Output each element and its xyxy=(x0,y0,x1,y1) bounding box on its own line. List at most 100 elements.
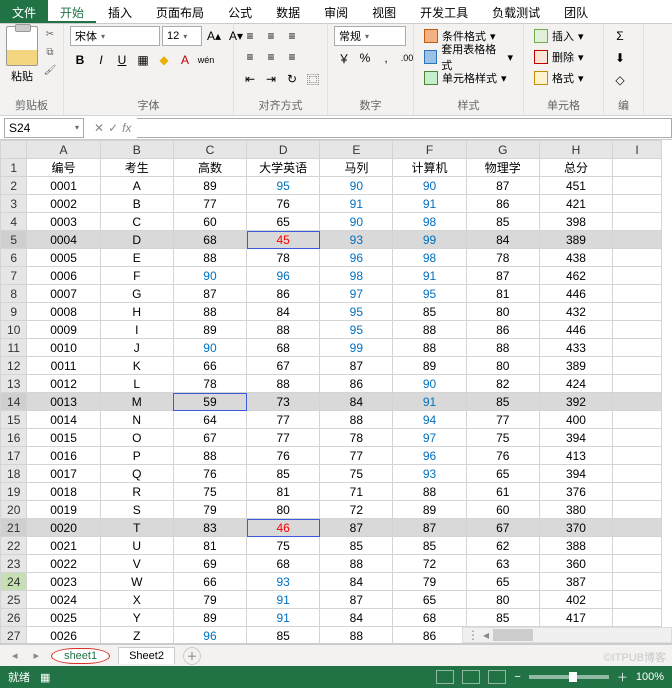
cell[interactable]: 91 xyxy=(320,195,393,213)
cell[interactable]: 0016 xyxy=(27,447,100,465)
tab-insert[interactable]: 插入 xyxy=(96,0,144,23)
font-size-combo[interactable]: 12▾ xyxy=(162,26,202,46)
row-header-23[interactable]: 23 xyxy=(1,555,27,573)
fill-color-icon[interactable]: ◆ xyxy=(154,50,174,70)
cell[interactable]: 0006 xyxy=(27,267,100,285)
cell[interactable]: 85 xyxy=(393,537,466,555)
cell[interactable]: 88 xyxy=(247,375,320,393)
cell[interactable]: 86 xyxy=(320,375,393,393)
cell[interactable] xyxy=(613,249,662,267)
row-header-8[interactable]: 8 xyxy=(1,285,27,303)
cell[interactable]: 68 xyxy=(247,555,320,573)
header-cell[interactable]: 马列 xyxy=(320,159,393,177)
cell[interactable]: 446 xyxy=(539,321,612,339)
merge-icon[interactable]: ⿴ xyxy=(303,69,323,89)
cell[interactable]: 87 xyxy=(320,357,393,375)
cell[interactable]: 87 xyxy=(466,267,539,285)
cell[interactable]: I xyxy=(100,321,173,339)
cell[interactable]: 89 xyxy=(173,321,246,339)
cell[interactable]: 0025 xyxy=(27,609,100,627)
tab-review[interactable]: 审阅 xyxy=(312,0,360,23)
cell[interactable]: 0012 xyxy=(27,375,100,393)
cell[interactable]: 0017 xyxy=(27,465,100,483)
cell[interactable]: 64 xyxy=(173,411,246,429)
cell[interactable]: 88 xyxy=(173,303,246,321)
cell[interactable]: A xyxy=(100,177,173,195)
cell[interactable] xyxy=(613,285,662,303)
indent-inc-icon[interactable]: ⇥ xyxy=(261,69,281,89)
cell[interactable]: 76 xyxy=(247,195,320,213)
cell[interactable]: 67 xyxy=(173,429,246,447)
cell[interactable]: 90 xyxy=(320,177,393,195)
cell[interactable]: 73 xyxy=(247,393,320,411)
tab-data[interactable]: 数据 xyxy=(264,0,312,23)
cell[interactable]: 0010 xyxy=(27,339,100,357)
cell[interactable]: 85 xyxy=(320,537,393,555)
tab-load[interactable]: 负载测试 xyxy=(480,0,552,23)
view-normal-icon[interactable] xyxy=(436,670,454,684)
cell[interactable] xyxy=(613,357,662,375)
bold-button[interactable]: B xyxy=(70,50,90,70)
cell[interactable]: E xyxy=(100,249,173,267)
cell[interactable]: 88 xyxy=(247,321,320,339)
cell[interactable]: G xyxy=(100,285,173,303)
cell[interactable]: 389 xyxy=(539,357,612,375)
cell[interactable]: 98 xyxy=(393,249,466,267)
cell[interactable]: 0019 xyxy=(27,501,100,519)
cell[interactable]: C xyxy=(100,213,173,231)
cell[interactable]: 89 xyxy=(173,177,246,195)
clear-icon[interactable]: ◇ xyxy=(610,70,630,90)
cell[interactable]: 432 xyxy=(539,303,612,321)
cell[interactable]: 79 xyxy=(173,591,246,609)
cell[interactable]: V xyxy=(100,555,173,573)
cell[interactable]: 89 xyxy=(393,357,466,375)
cell[interactable]: W xyxy=(100,573,173,591)
cell[interactable]: 392 xyxy=(539,393,612,411)
row-header-7[interactable]: 7 xyxy=(1,267,27,285)
phonetic-icon[interactable]: wén xyxy=(196,50,216,70)
cell[interactable]: 85 xyxy=(247,627,320,645)
cell[interactable]: 424 xyxy=(539,375,612,393)
cell[interactable]: 93 xyxy=(393,465,466,483)
header-cell[interactable]: 编号 xyxy=(27,159,100,177)
cell[interactable]: 87 xyxy=(320,519,393,537)
cell[interactable]: 0021 xyxy=(27,537,100,555)
cell[interactable]: 78 xyxy=(173,375,246,393)
cell[interactable]: 85 xyxy=(393,303,466,321)
row-header-3[interactable]: 3 xyxy=(1,195,27,213)
cell[interactable]: 88 xyxy=(393,483,466,501)
tab-formulas[interactable]: 公式 xyxy=(216,0,264,23)
cell[interactable]: 86 xyxy=(393,627,466,645)
percent-icon[interactable]: % xyxy=(355,48,375,68)
cell[interactable]: 91 xyxy=(393,195,466,213)
cell[interactable]: 72 xyxy=(393,555,466,573)
cell[interactable]: 79 xyxy=(173,501,246,519)
cell[interactable]: 0011 xyxy=(27,357,100,375)
row-header-2[interactable]: 2 xyxy=(1,177,27,195)
row-header-26[interactable]: 26 xyxy=(1,609,27,627)
cell[interactable]: 95 xyxy=(320,303,393,321)
header-cell[interactable]: 物理学 xyxy=(466,159,539,177)
cell[interactable]: L xyxy=(100,375,173,393)
cell[interactable]: 89 xyxy=(173,609,246,627)
cell[interactable]: 80 xyxy=(466,303,539,321)
zoom-out-icon[interactable]: − xyxy=(514,671,520,683)
cell[interactable]: 72 xyxy=(320,501,393,519)
sheet-tab-2[interactable]: Sheet2 xyxy=(118,647,175,664)
cell[interactable]: 65 xyxy=(247,213,320,231)
cell[interactable] xyxy=(613,159,662,177)
cell[interactable]: 97 xyxy=(393,429,466,447)
cell[interactable]: 61 xyxy=(466,483,539,501)
formula-input[interactable] xyxy=(137,118,672,138)
cell[interactable]: X xyxy=(100,591,173,609)
cell[interactable]: 45 xyxy=(247,231,320,249)
cell[interactable]: 65 xyxy=(393,591,466,609)
header-cell[interactable]: 高数 xyxy=(173,159,246,177)
format-cells-button[interactable]: 格式▾ xyxy=(530,68,588,88)
cell[interactable]: 0018 xyxy=(27,483,100,501)
cell[interactable]: 360 xyxy=(539,555,612,573)
cell[interactable]: 0007 xyxy=(27,285,100,303)
cell[interactable]: 462 xyxy=(539,267,612,285)
row-header-1[interactable]: 1 xyxy=(1,159,27,177)
row-header-6[interactable]: 6 xyxy=(1,249,27,267)
